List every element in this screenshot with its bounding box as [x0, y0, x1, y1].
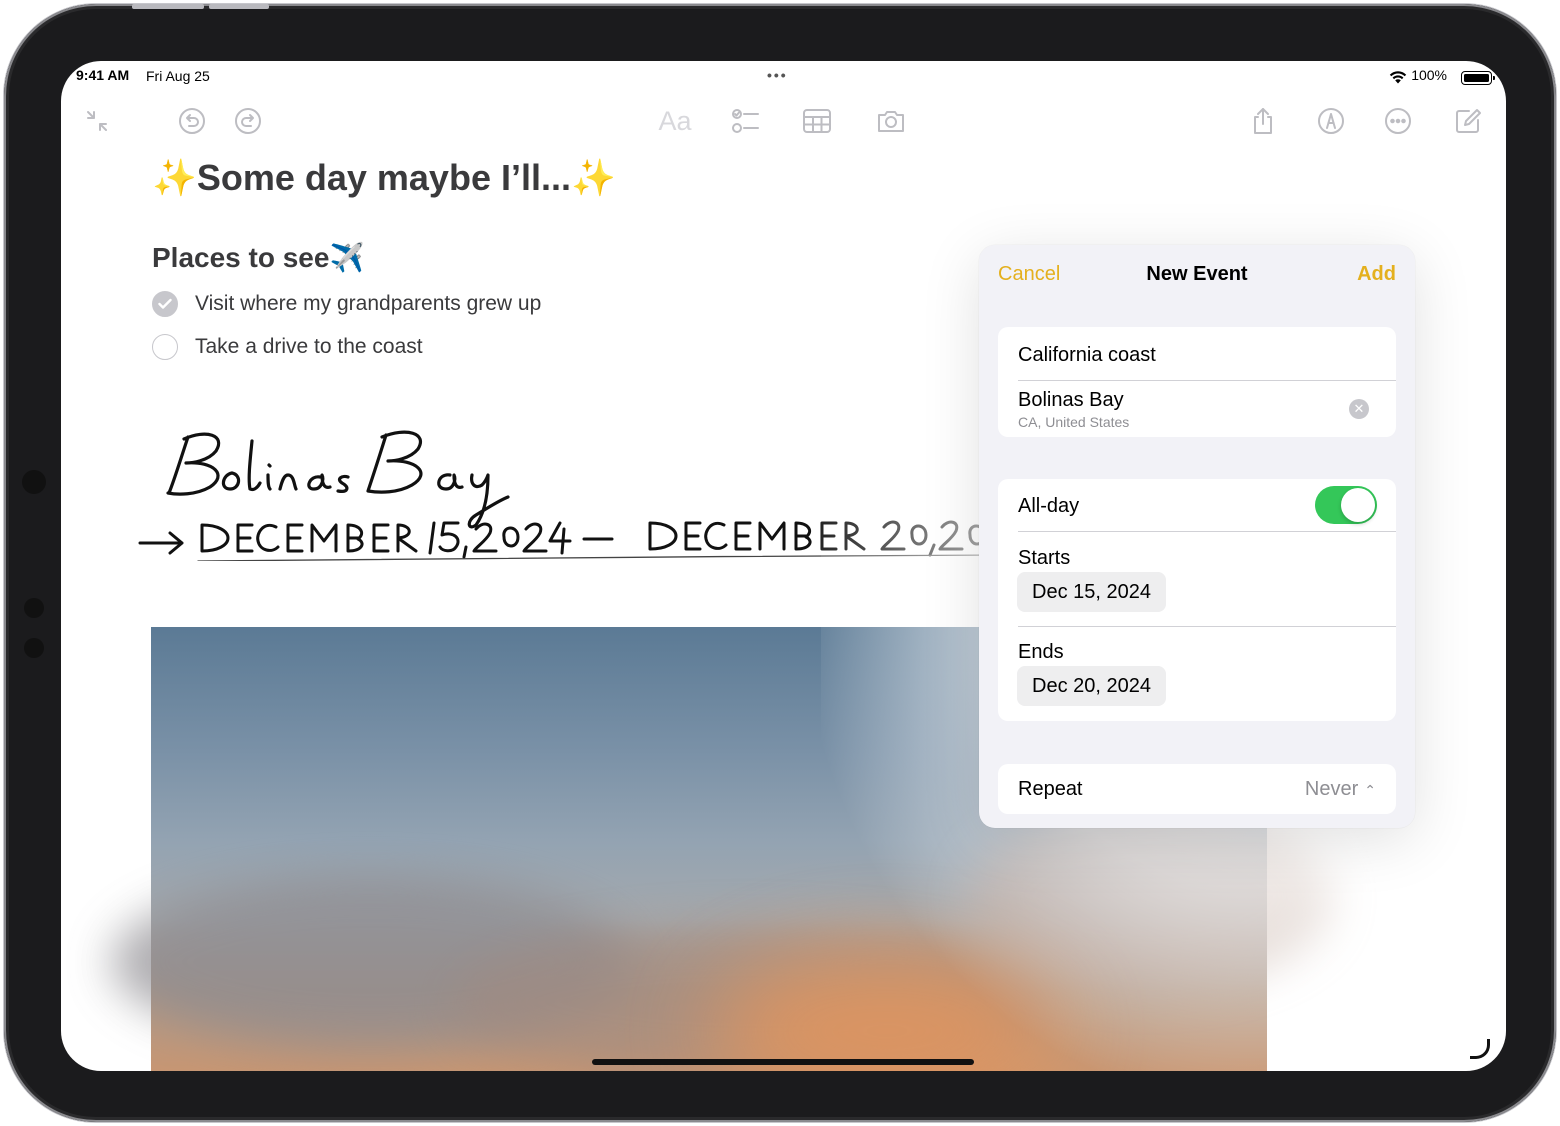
sparkle-icon: ✨ [570, 157, 616, 198]
sensor-icon [24, 638, 44, 658]
location-detail: CA, United States [1018, 414, 1130, 430]
popover-header: New Event Cancel Add [979, 263, 1415, 289]
sensor-icon [24, 598, 44, 618]
volume-up-button [132, 4, 204, 9]
add-button[interactable]: Add [1357, 263, 1396, 286]
battery-icon [1461, 71, 1495, 85]
photo-cloud [971, 807, 1331, 987]
checklist-item[interactable]: Visit where my grandparents grew up [152, 289, 541, 319]
status-bar: 9:41 AM Fri Aug 25 ••• 100% [61, 65, 1506, 91]
toggle-knob [1341, 488, 1375, 522]
screen: 9:41 AM Fri Aug 25 ••• 100% Aa ✨Some day… [61, 61, 1506, 1071]
format-text-button[interactable]: Aa [655, 103, 695, 139]
starts-date-picker[interactable]: Dec 15, 2024 [1017, 572, 1166, 612]
divider [1018, 626, 1396, 627]
front-camera-icon [22, 470, 46, 494]
new-event-popover: New Event Cancel Add California coast Bo… [979, 245, 1415, 828]
note-heading[interactable]: Places to see✈️ [152, 241, 364, 274]
wifi-icon [1389, 71, 1407, 84]
undo-icon[interactable] [174, 103, 210, 139]
note-title-text: Some day maybe I’ll... [196, 157, 571, 198]
event-details-group: California coast Bolinas Bay CA, United … [998, 327, 1396, 437]
corner-resize-handle[interactable] [1470, 1039, 1490, 1059]
sparkle-icon: ✨ [152, 157, 197, 198]
clear-location-button[interactable]: ✕ [1349, 399, 1369, 419]
repeat-value: Never [1304, 778, 1359, 800]
repeat-row[interactable]: Repeat Never ⌃ [998, 764, 1396, 814]
starts-label: Starts [1018, 547, 1071, 569]
allday-label: All-day [1018, 495, 1080, 517]
divider [1018, 531, 1396, 532]
event-title-field[interactable]: California coast [1018, 344, 1156, 367]
checklist-item[interactable]: Take a drive to the coast [152, 332, 423, 362]
airplane-icon: ✈️ [329, 242, 365, 273]
compose-icon[interactable] [1450, 103, 1486, 139]
repeat-selector[interactable]: Never ⌃ [1305, 778, 1376, 801]
note-title[interactable]: ✨Some day maybe I’ll...✨ [152, 157, 616, 199]
multitasking-dots-icon[interactable]: ••• [767, 67, 788, 83]
checkbox-checked-icon[interactable] [152, 291, 178, 317]
checklist-icon[interactable] [727, 103, 763, 139]
handwriting-drawing[interactable] [136, 421, 1016, 561]
ends-date-picker[interactable]: Dec 20, 2024 [1017, 666, 1166, 706]
status-time: 9:41 AM [76, 67, 130, 83]
checklist-item-text: Visit where my grandparents grew up [195, 292, 542, 315]
more-icon[interactable] [1380, 103, 1416, 139]
event-time-group: All-day Starts Dec 15, 2024 Ends Dec 20,… [998, 479, 1396, 721]
ipad-frame: 9:41 AM Fri Aug 25 ••• 100% Aa ✨Some day… [4, 4, 1556, 1122]
cancel-button[interactable]: Cancel [998, 263, 1060, 286]
chevron-up-down-icon: ⌃ [1364, 781, 1376, 798]
checkbox-unchecked-icon[interactable] [152, 334, 178, 360]
home-indicator[interactable] [592, 1059, 974, 1065]
repeat-label: Repeat [1018, 778, 1083, 800]
checklist-item-text: Take a drive to the coast [195, 335, 423, 358]
battery-percent: 100% [1411, 67, 1447, 83]
camera-icon[interactable] [873, 103, 909, 139]
status-date: Fri Aug 25 [146, 68, 210, 84]
redo-icon[interactable] [230, 103, 266, 139]
share-icon[interactable] [1245, 103, 1281, 139]
divider [1018, 380, 1396, 381]
table-icon[interactable] [799, 103, 835, 139]
volume-down-button [209, 4, 269, 9]
collapse-icon[interactable] [79, 103, 115, 139]
allday-toggle[interactable] [1315, 486, 1377, 524]
ends-label: Ends [1018, 641, 1064, 663]
markup-icon[interactable] [1313, 103, 1349, 139]
location-name[interactable]: Bolinas Bay [1018, 389, 1124, 412]
note-heading-text: Places to see [152, 242, 330, 273]
